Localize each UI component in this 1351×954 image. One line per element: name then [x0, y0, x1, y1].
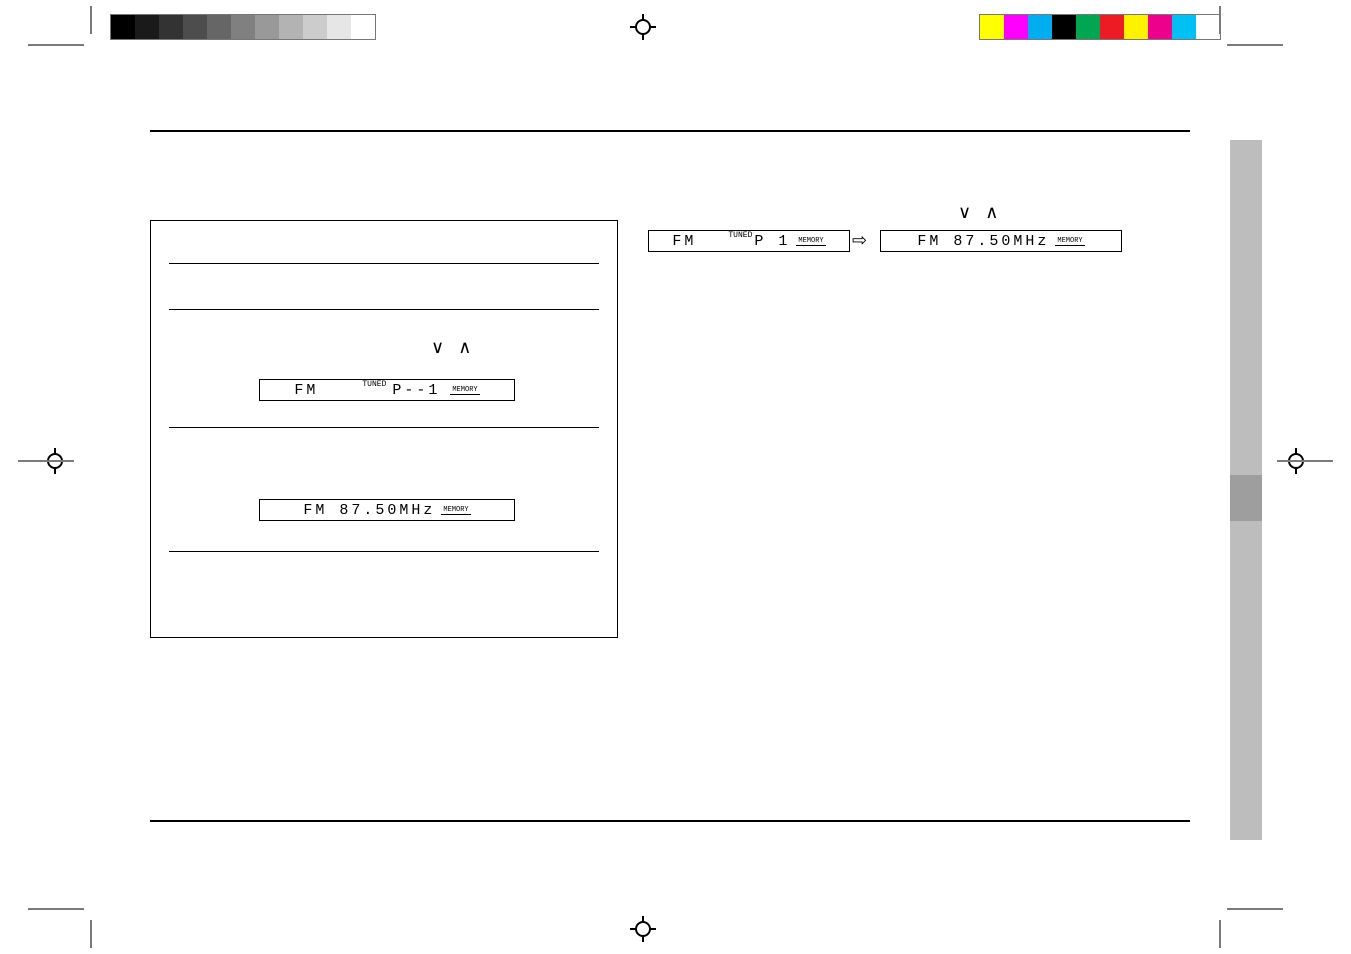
- crop-strip-top: [0, 4, 1351, 46]
- step-divider: [169, 551, 599, 552]
- lcd-preset-number: P 1: [754, 233, 790, 250]
- lcd-recall-preset: FM TUNED P 1 MEMORY: [648, 230, 850, 252]
- step-divider: [169, 309, 599, 310]
- memory-tag: MEMORY: [450, 386, 479, 395]
- tune-chevrons: ∨ ∧: [958, 202, 998, 223]
- lcd-frequency-text: FM 87.50MHz: [303, 502, 435, 519]
- chevron-down-icon: ∨: [958, 202, 971, 223]
- crop-strip-bottom: [0, 908, 1351, 950]
- memory-tag: MEMORY: [1055, 237, 1084, 246]
- grayscale-swatches: [110, 14, 376, 40]
- lcd-frequency: FM 87.50MHz MEMORY: [259, 499, 515, 521]
- step-divider: [169, 427, 599, 428]
- memory-tag: MEMORY: [441, 506, 470, 515]
- page-rule-top: [150, 130, 1190, 132]
- chevron-up-icon: ∧: [458, 337, 471, 358]
- crop-tick: [90, 920, 92, 948]
- registration-target-icon: [630, 916, 656, 942]
- lcd-frequency-text: FM 87.50MHz: [917, 233, 1049, 250]
- chevron-down-icon: ∨: [431, 337, 444, 358]
- tune-chevrons: ∨ ∧: [431, 337, 471, 358]
- lcd-preset-number: P--1: [388, 382, 444, 399]
- crop-tick: [1219, 6, 1221, 34]
- crop-tick: [1219, 920, 1221, 948]
- registration-target-icon: [630, 14, 656, 40]
- crop-tick: [1277, 460, 1333, 462]
- page-rule-bottom: [150, 820, 1190, 822]
- crop-tick: [1227, 908, 1283, 910]
- crop-tick: [28, 908, 84, 910]
- lcd-recall-frequency: FM 87.50MHz MEMORY: [880, 230, 1122, 252]
- chevron-up-icon: ∧: [985, 202, 998, 223]
- index-tab: [1230, 140, 1262, 840]
- lcd-band-label: FM: [672, 233, 696, 250]
- crop-tick: [28, 44, 84, 46]
- tuned-indicator: TUNED: [728, 231, 752, 240]
- tuned-indicator: TUNED: [362, 380, 386, 389]
- steps-box: ∨ ∧ FM TUNED P--1 MEMORY FM 87.50MHz MEM…: [150, 220, 618, 638]
- index-tab-marker: [1230, 475, 1262, 521]
- crop-tick: [1227, 44, 1283, 46]
- page-body: ∨ ∧ FM TUNED P--1 MEMORY FM 87.50MHz MEM…: [150, 110, 1190, 830]
- step-divider: [169, 263, 599, 264]
- arrow-right-icon: ⇨: [852, 230, 867, 251]
- lcd-preset-flash: FM TUNED P--1 MEMORY: [259, 379, 515, 401]
- crop-tick: [90, 6, 92, 34]
- lcd-band-label: FM: [294, 382, 318, 399]
- memory-tag: MEMORY: [796, 237, 825, 246]
- color-swatches: [979, 14, 1221, 40]
- crop-tick: [18, 460, 74, 462]
